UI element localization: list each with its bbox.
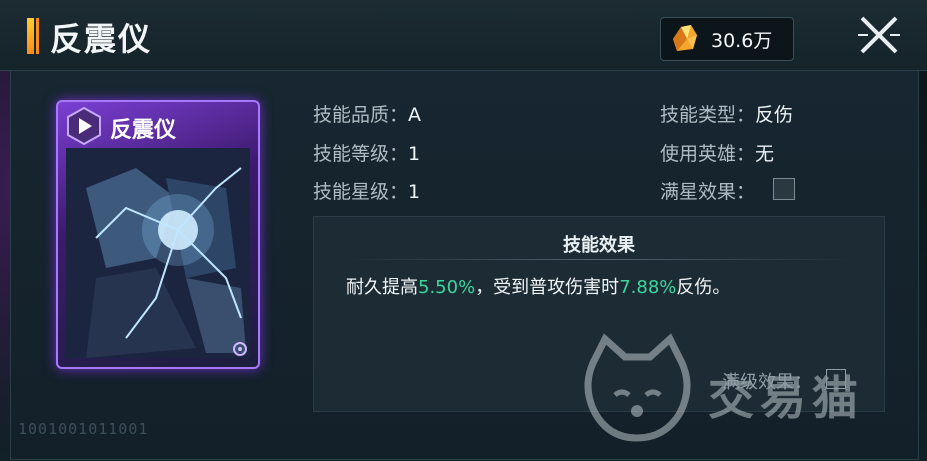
serial-number: 1001001011001 — [18, 420, 149, 438]
play-emblem-icon — [67, 106, 101, 146]
maxstar-label: 满星效果： — [660, 181, 756, 203]
close-icon — [857, 16, 900, 54]
crystal-icon — [673, 25, 697, 51]
star-value: 1 — [408, 181, 421, 203]
hero-value: 无 — [755, 143, 775, 165]
cat-logo-icon — [584, 333, 691, 442]
card-artwork — [66, 148, 250, 358]
maxlevel-checkbox[interactable] — [826, 369, 846, 389]
quality-value: A — [408, 104, 422, 126]
hero-row: 使用英雄：无 — [660, 139, 774, 166]
hero-label: 使用英雄： — [660, 143, 756, 165]
effect-value1: 5.50% — [418, 277, 476, 298]
level-label: 技能等级： — [313, 143, 409, 165]
gear-icon — [233, 342, 247, 356]
effect-value2: 7.88% — [619, 277, 677, 298]
quality-label: 技能品质： — [313, 104, 409, 126]
effect-divider — [344, 259, 854, 260]
currency-display[interactable]: 30.6万 — [660, 17, 794, 61]
maxstar-row: 满星效果： — [660, 177, 755, 204]
level-row: 技能等级：1 — [313, 139, 420, 166]
effect-part2: ，受到普攻伤害时 — [475, 277, 620, 298]
title-accent — [27, 18, 34, 54]
title-accent-thin — [36, 18, 39, 54]
currency-value: 30.6万 — [711, 29, 773, 52]
type-value: 反伤 — [755, 104, 794, 126]
level-value: 1 — [408, 143, 421, 165]
type-row: 技能类型：反伤 — [660, 100, 793, 127]
star-label: 技能星级： — [313, 181, 409, 203]
effect-part3: 反伤。 — [676, 277, 731, 298]
header-bar: 反震仪 30.6万 — [0, 0, 927, 71]
effect-description: 耐久提高5.50%，受到普攻伤害时7.88%反伤。 — [346, 273, 730, 299]
close-button[interactable] — [830, 0, 927, 70]
effect-title: 技能效果 — [563, 235, 635, 256]
effect-part1: 耐久提高 — [346, 277, 418, 298]
maxstar-checkbox[interactable] — [773, 178, 795, 200]
quality-row: 技能品质：A — [313, 100, 421, 127]
page-title: 反震仪 — [50, 20, 153, 58]
star-row: 技能星级：1 — [313, 177, 420, 204]
card-title: 反震仪 — [110, 118, 177, 143]
type-label: 技能类型： — [660, 104, 756, 126]
skill-card[interactable]: 反震仪 — [56, 100, 260, 369]
maxlevel-label: 满级效果： — [722, 372, 812, 393]
